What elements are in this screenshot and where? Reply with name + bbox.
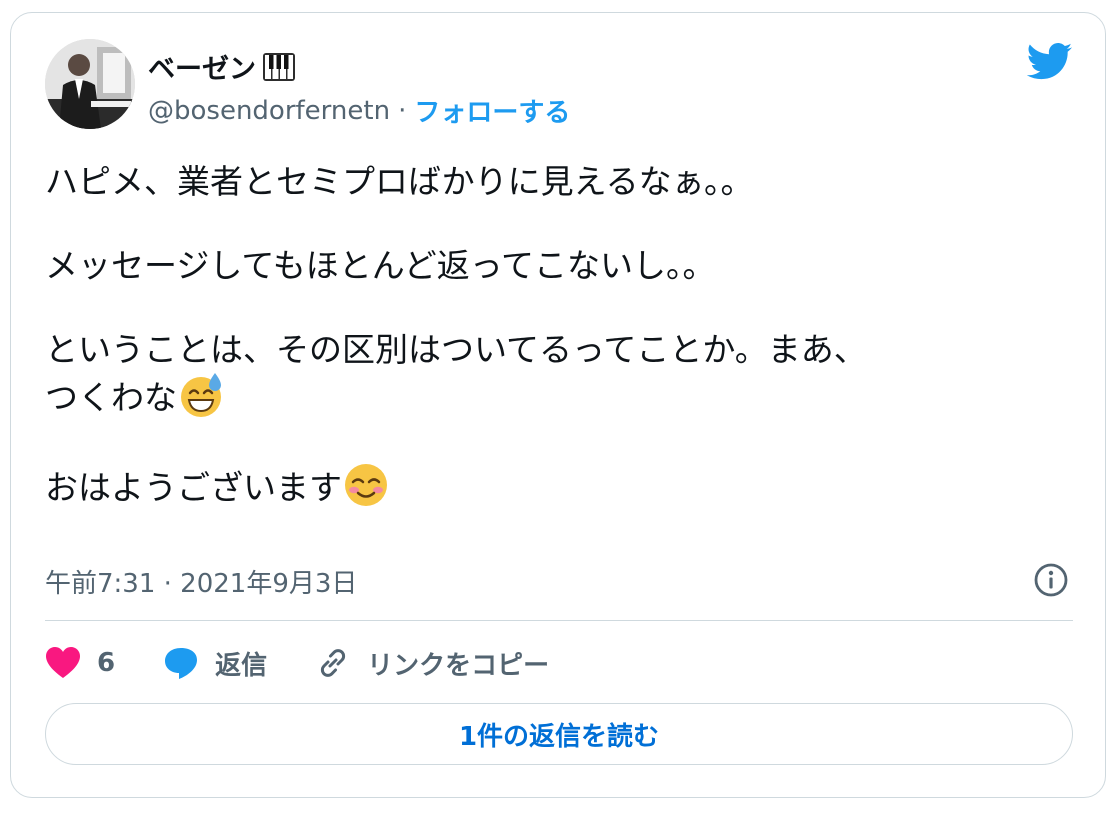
author-handle[interactable]: @bosendorfernetn xyxy=(148,96,390,126)
divider xyxy=(45,620,1073,621)
tweet-text-part-1: ハピメ、業者とセミプロばかりに見えるなぁ。。 メッセージしてもほとんど返ってこな… xyxy=(45,162,867,417)
copy-link-button[interactable]: リンクをコピー xyxy=(315,645,549,682)
copy-link-label: リンクをコピー xyxy=(367,650,550,681)
smiling-blush-icon xyxy=(345,464,387,506)
link-icon xyxy=(321,649,346,677)
reply-button[interactable]: 返信 xyxy=(163,645,267,682)
heart-icon xyxy=(46,647,80,678)
action-bar: 6 返信 リンクをコピー xyxy=(45,643,597,683)
separator-dot: · xyxy=(398,95,407,126)
tweet-text-part-2: おはようございます xyxy=(45,468,342,507)
reply-label: 返信 xyxy=(215,650,268,681)
tweet-timestamp[interactable]: 午前7:31 · 2021年9月3日 xyxy=(45,563,357,600)
like-button[interactable]: 6 xyxy=(45,646,115,680)
author-name[interactable]: ベーゼン xyxy=(148,47,296,86)
tweet-card: ベーゼン @bosendorfernetn · フォローする ハピメ、業者とセミ… xyxy=(10,12,1106,798)
author-handle-row: @bosendorfernetn · フォローする xyxy=(148,92,570,129)
display-name-text: ベーゼン xyxy=(148,54,256,85)
read-replies-button[interactable]: 1件の返信を読む xyxy=(45,703,1073,765)
speech-bubble-icon xyxy=(165,648,198,679)
avatar-photo xyxy=(45,39,135,129)
piano-keys-icon xyxy=(263,52,295,81)
grinning-sweat-icon xyxy=(181,373,221,417)
like-count: 6 xyxy=(97,648,116,678)
twitter-bird-icon[interactable] xyxy=(1027,43,1073,81)
avatar[interactable] xyxy=(45,39,135,129)
info-icon[interactable] xyxy=(1033,562,1069,598)
follow-button[interactable]: フォローする xyxy=(414,92,570,129)
tweet-text: ハピメ、業者とセミプロばかりに見えるなぁ。。 メッセージしてもほとんど返ってこな… xyxy=(45,161,1065,509)
read-replies-label: 1件の返信を読む xyxy=(458,721,660,752)
